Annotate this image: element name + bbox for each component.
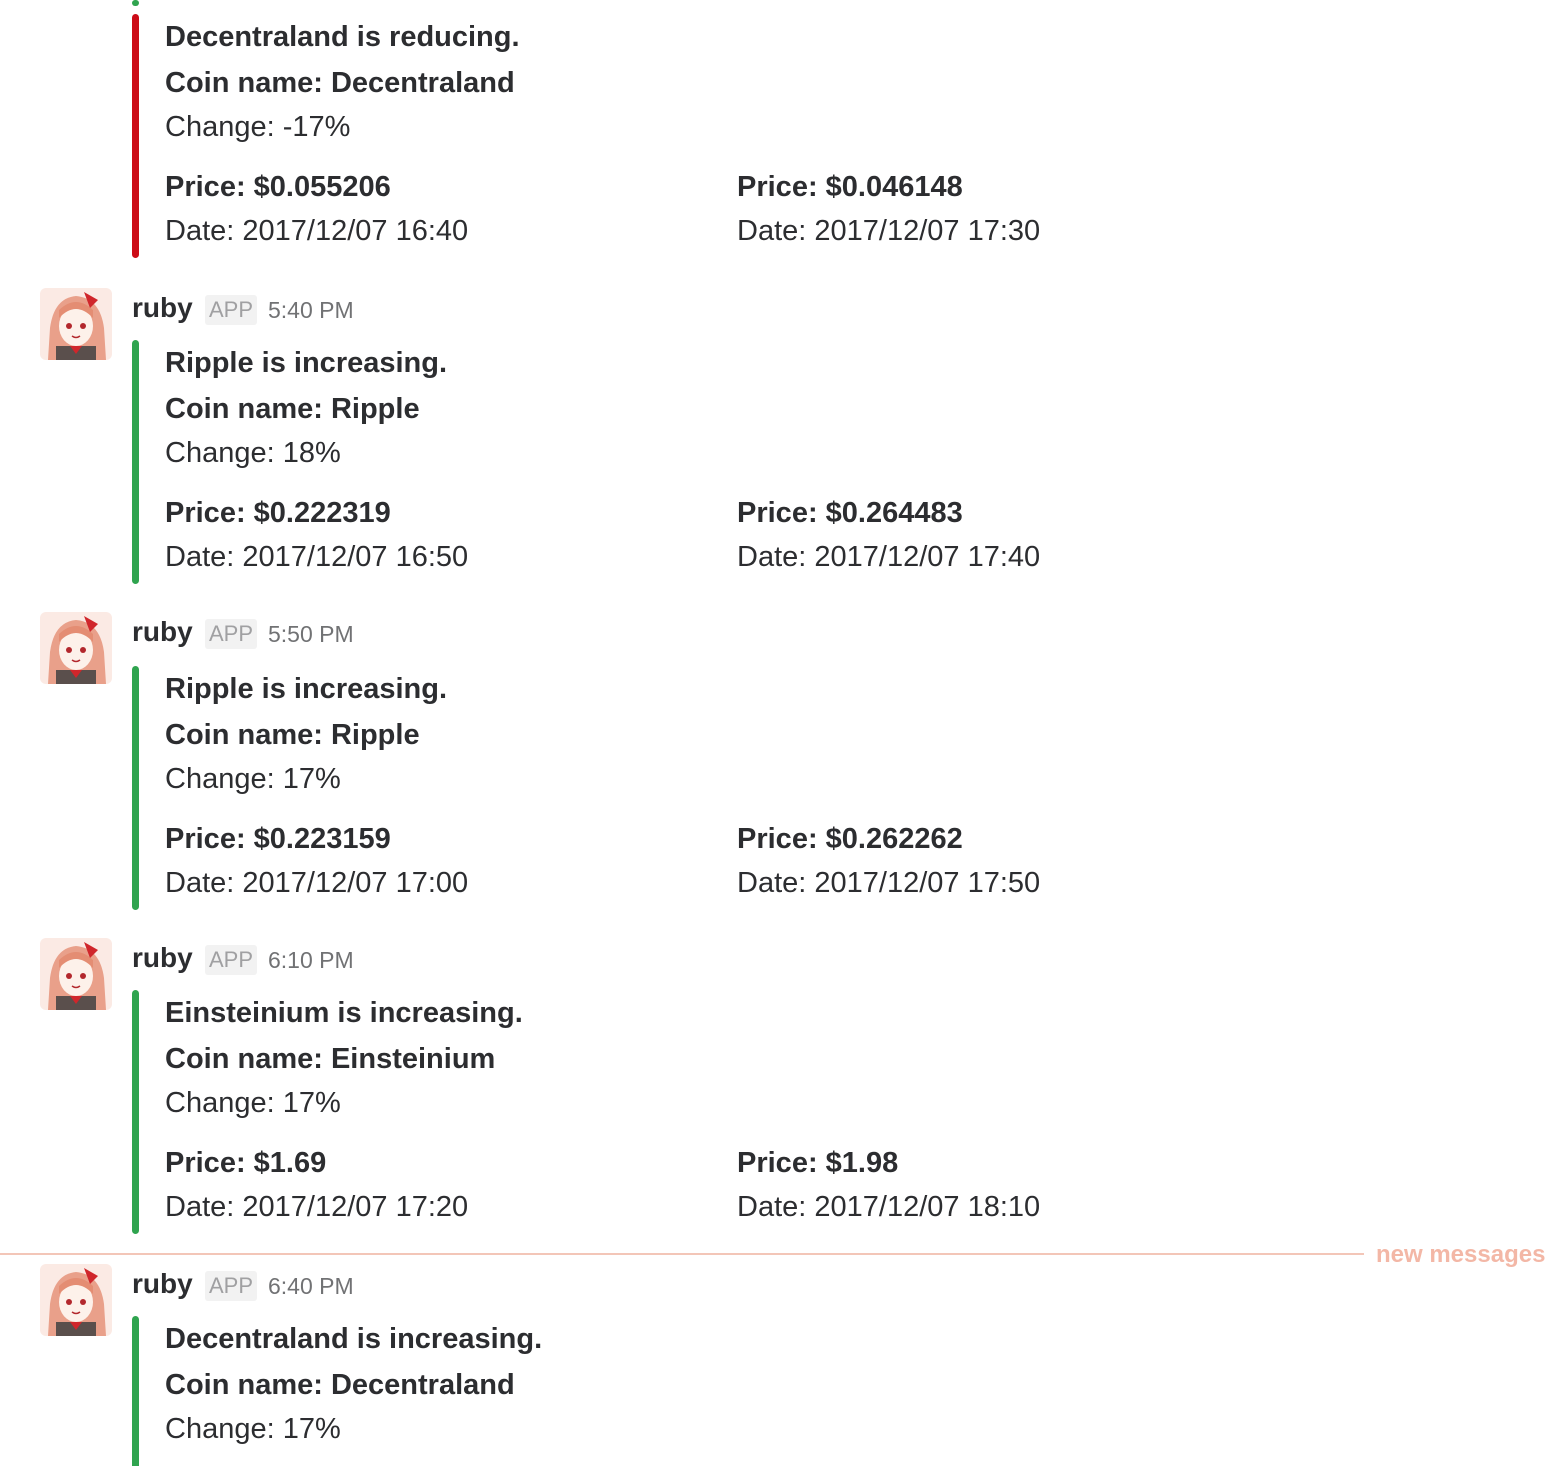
price-to: Price: $1.98	[737, 1147, 899, 1179]
date-to: Date: 2017/12/07 17:50	[737, 867, 1041, 899]
avatar[interactable]	[40, 1264, 112, 1336]
app-badge: APP	[205, 1271, 258, 1301]
coin-name: Coin name: Ripple	[165, 719, 420, 751]
change-value: Change: 17%	[165, 1413, 341, 1445]
date-to: Date: 2017/12/07 17:30	[737, 215, 1041, 247]
author-name[interactable]: ruby	[132, 615, 193, 649]
price-from: Price: $1.69	[165, 1147, 327, 1179]
date-to: Date: 2017/12/07 17:40	[737, 541, 1041, 573]
price-from: Price: $0.055206	[165, 171, 391, 203]
change-value: Change: 18%	[165, 437, 341, 469]
message-timestamp[interactable]: 5:40 PM	[268, 295, 354, 325]
avatar[interactable]	[40, 612, 112, 684]
avatar[interactable]	[40, 288, 112, 360]
alert-title: Decentraland is reducing.	[165, 21, 520, 53]
alert-title: Einsteinium is increasing.	[165, 997, 523, 1029]
date-to: Date: 2017/12/07 18:10	[737, 1191, 1041, 1223]
new-messages-label: new messages	[1376, 1241, 1546, 1268]
message-timestamp[interactable]: 6:40 PM	[268, 1271, 354, 1301]
anime-girl-avatar-icon	[40, 1264, 112, 1336]
attachment-bar-increasing	[132, 340, 139, 584]
anime-girl-avatar-icon	[40, 938, 112, 1010]
app-badge: APP	[205, 619, 258, 649]
coin-name: Coin name: Decentraland	[165, 67, 515, 99]
price-to: Price: $0.046148	[737, 171, 963, 203]
previous-attachment-bar	[132, 0, 139, 6]
attachment-bar-increasing	[132, 1316, 139, 1466]
anime-girl-avatar-icon	[40, 288, 112, 360]
app-badge: APP	[205, 295, 258, 325]
date-from: Date: 2017/12/07 17:00	[165, 867, 469, 899]
alert-title: Decentraland is increasing.	[165, 1323, 543, 1355]
attachment-bar-increasing	[132, 666, 139, 910]
alert-title: Ripple is increasing.	[165, 347, 448, 379]
attachment-bar-increasing	[132, 990, 139, 1234]
coin-name: Coin name: Ripple	[165, 393, 420, 425]
coin-name: Coin name: Einsteinium	[165, 1043, 496, 1075]
price-to: Price: $0.262262	[737, 823, 963, 855]
change-value: Change: 17%	[165, 1087, 341, 1119]
new-messages-divider	[0, 1253, 1364, 1255]
message-timestamp[interactable]: 5:50 PM	[268, 619, 354, 649]
coin-name: Coin name: Decentraland	[165, 1369, 515, 1401]
author-name[interactable]: ruby	[132, 941, 193, 975]
price-to: Price: $0.264483	[737, 497, 963, 529]
alert-title: Ripple is increasing.	[165, 673, 448, 705]
date-from: Date: 2017/12/07 17:20	[165, 1191, 469, 1223]
price-from: Price: $0.223159	[165, 823, 391, 855]
author-name[interactable]: ruby	[132, 1267, 193, 1301]
app-badge: APP	[205, 945, 258, 975]
attachment-bar-reducing	[132, 14, 139, 258]
date-from: Date: 2017/12/07 16:50	[165, 541, 469, 573]
author-name[interactable]: ruby	[132, 291, 193, 325]
message-timestamp[interactable]: 6:10 PM	[268, 945, 354, 975]
avatar[interactable]	[40, 938, 112, 1010]
change-value: Change: 17%	[165, 763, 341, 795]
date-from: Date: 2017/12/07 16:40	[165, 215, 469, 247]
price-from: Price: $0.222319	[165, 497, 391, 529]
anime-girl-avatar-icon	[40, 612, 112, 684]
change-value: Change: -17%	[165, 111, 351, 143]
